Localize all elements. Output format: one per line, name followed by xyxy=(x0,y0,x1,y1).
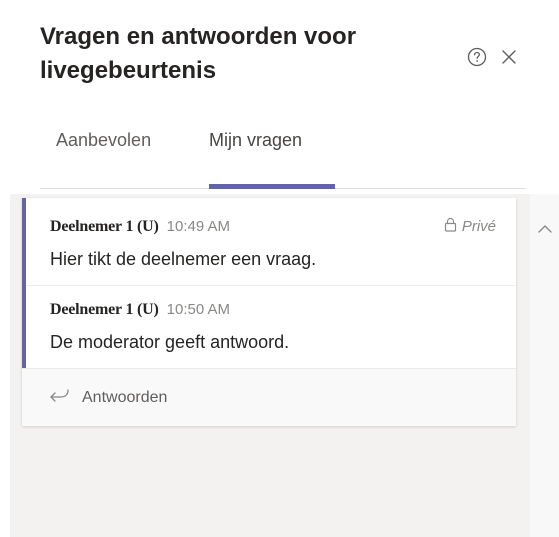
close-icon[interactable] xyxy=(498,46,520,68)
private-label: Privé xyxy=(461,218,496,235)
timestamp: 10:49 AM xyxy=(166,218,231,235)
header-actions xyxy=(466,46,520,68)
tab-bar: Aanbevolen Mijn vragen xyxy=(40,120,526,189)
reply-button[interactable]: Antwoorden xyxy=(22,368,516,426)
tab-aanbevolen[interactable]: Aanbevolen xyxy=(56,130,151,151)
question-message: Deelnemer 1 (U) 10:49 AM Privé Hier tikt… xyxy=(26,198,516,285)
message-thread: Deelnemer 1 (U) 10:49 AM Privé Hier tikt… xyxy=(22,198,516,368)
scrollbar[interactable] xyxy=(530,194,559,537)
message-meta: Deelnemer 1 (U) 10:50 AM xyxy=(50,300,496,320)
author-name: Deelnemer 1 (U) xyxy=(50,301,159,318)
answer-text: De moderator geeft antwoord. xyxy=(50,332,290,352)
active-tab-indicator xyxy=(209,184,335,189)
tab-mijn-vragen[interactable]: Mijn vragen xyxy=(209,130,302,151)
qa-panel: Vragen en antwoorden voor livegebeurteni… xyxy=(0,0,559,537)
lock-icon xyxy=(444,217,457,236)
message-meta: Deelnemer 1 (U) 10:49 AM xyxy=(50,217,496,237)
timestamp: 10:50 AM xyxy=(166,301,231,318)
reply-arrow-icon xyxy=(48,388,70,407)
private-badge: Privé xyxy=(444,217,496,236)
question-card: Deelnemer 1 (U) 10:49 AM Privé Hier tikt… xyxy=(22,198,516,426)
author-name: Deelnemer 1 (U) xyxy=(50,218,159,235)
chevron-up-icon[interactable] xyxy=(537,222,553,234)
panel-title: Vragen en antwoorden voor livegebeurteni… xyxy=(40,23,357,84)
help-circle-icon[interactable] xyxy=(466,46,488,68)
answer-message: Deelnemer 1 (U) 10:50 AM De moderator ge… xyxy=(26,285,516,368)
question-text: Hier tikt de deelnemer een vraag. xyxy=(50,249,317,269)
reply-label: Antwoorden xyxy=(82,388,168,406)
